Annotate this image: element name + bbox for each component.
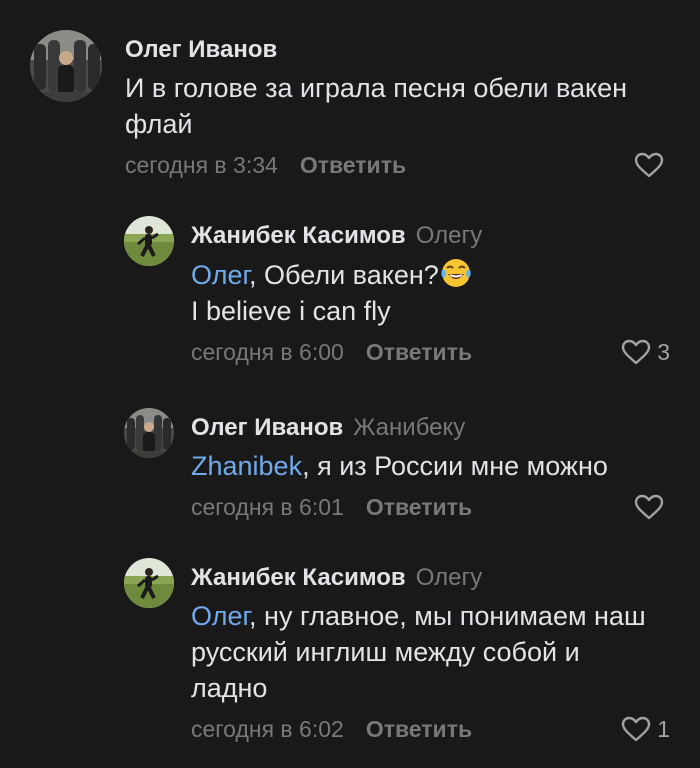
reply-to-label[interactable]: Олегу [416,222,483,249]
avatar[interactable] [124,216,174,266]
comment-footer: сегодня в 6:01 Ответить [191,490,664,524]
heart-icon [622,339,651,365]
comment-time: сегодня в 6:01 [191,494,344,520]
comment-text: Олег, ну главное, мы понимаем наш русски… [191,598,670,706]
avatar-photo-group-icon [30,30,102,102]
tears-of-joy-emoji-icon [439,256,473,290]
like-count: 3 [657,339,670,365]
comment-text-line: , я из России мне можно [302,451,608,481]
mention-link[interactable]: Олег [191,601,249,631]
like-count: 1 [657,716,670,742]
reply-button[interactable]: Ответить [300,152,406,178]
comment-text: Zhanibek, я из России мне можно [191,448,664,484]
comment-time: сегодня в 6:02 [191,716,344,742]
avatar-photo-outdoor-icon [124,558,174,608]
heart-icon [634,494,664,520]
reply-to-label[interactable]: Жанибеку [353,414,465,441]
comment-text: Олег, Обели вакен? I believe i can fly [191,256,670,329]
avatar[interactable] [124,558,174,608]
like-button[interactable] [634,490,664,524]
avatar[interactable] [30,30,102,102]
mention-link[interactable]: Олег [191,260,249,290]
comment-author[interactable]: Олег Иванов [191,414,343,441]
like-button[interactable] [634,148,664,182]
comment-author[interactable]: Жанибек Касимов [191,222,406,249]
comment-footer: сегодня в 6:00 Ответить 3 [191,335,670,369]
mention-link[interactable]: Zhanibek [191,451,302,481]
comment-time: сегодня в 6:00 [191,339,344,365]
reply-to-label[interactable]: Олегу [416,564,483,591]
heart-icon [634,152,664,178]
like-button[interactable]: 1 [621,712,670,746]
comment-author[interactable]: Олег Иванов [125,36,277,63]
comment-time: сегодня в 3:34 [125,152,278,178]
comment-text: И в голове за играла песня обели вакен ф… [125,70,664,142]
comment-author[interactable]: Жанибек Касимов [191,564,406,591]
comment-text-line: , Обели вакен? [249,260,439,290]
avatar-photo-group-icon [124,408,174,458]
comment-footer: сегодня в 6:02 Ответить 1 [191,712,670,746]
like-button[interactable]: 3 [621,335,670,369]
avatar-photo-outdoor-icon [124,216,174,266]
avatar[interactable] [124,408,174,458]
comment-text-line: I believe i can fly [191,296,391,326]
heart-icon [622,716,651,742]
reply-button[interactable]: Ответить [366,339,472,365]
reply-button[interactable]: Ответить [366,494,472,520]
comment-footer: сегодня в 3:34 Ответить [125,148,664,182]
reply-button[interactable]: Ответить [366,716,472,742]
comment-text-line: И в голове за играла песня обели вакен ф… [125,73,628,139]
comment-text-line: , ну главное, мы понимаем наш русский ин… [191,601,646,703]
